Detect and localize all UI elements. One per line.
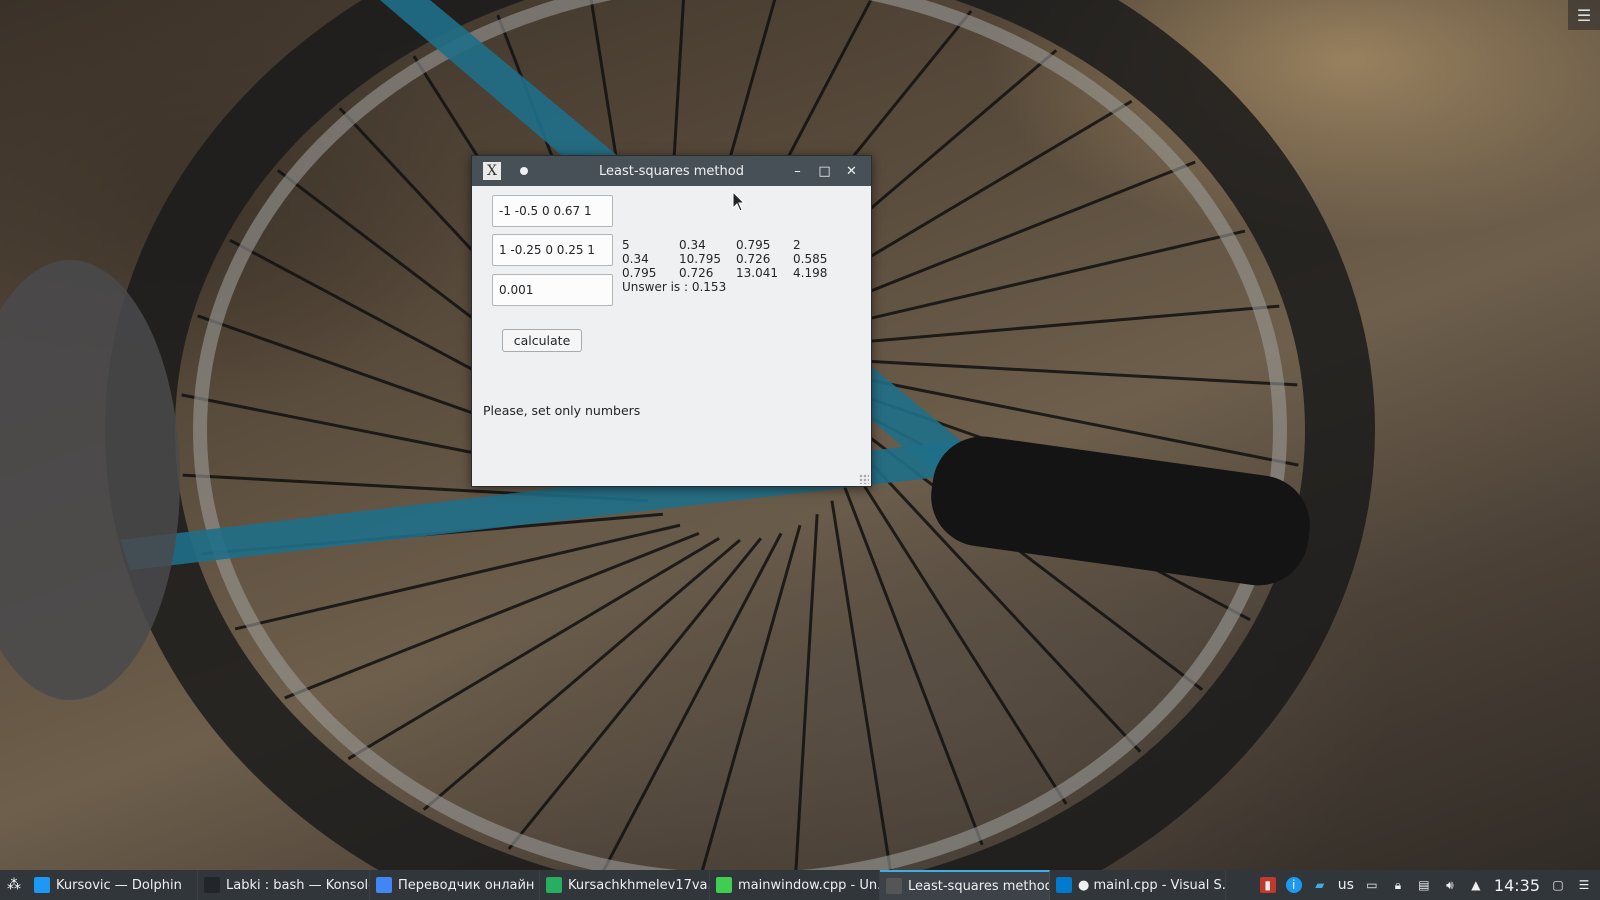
wheel-spoke: [817, 304, 1280, 348]
task-label: Kursachkhmelev17va...: [568, 877, 710, 893]
taskbar-task[interactable]: ● mainI.cpp - Visual S...: [1050, 870, 1226, 900]
taskbar-task[interactable]: Least-squares method: [880, 870, 1050, 900]
matrix-cell: 4.198: [793, 266, 828, 280]
status-message: Please, set only numbers: [483, 403, 641, 418]
taskbar-task[interactable]: Labki : bash — Konsole: [198, 870, 370, 900]
result-matrix: 5 0.34 0.795 2 0.34 10.795 0.726 0.585 0…: [622, 238, 850, 294]
resize-grip-icon[interactable]: [859, 474, 869, 484]
matrix-row: 0.34 10.795 0.726 0.585: [622, 252, 850, 266]
matrix-cell: 0.585: [793, 252, 828, 266]
keep-on-top-dot-icon[interactable]: [520, 167, 528, 175]
taskbar-task[interactable]: Переводчик онлайн ...: [370, 870, 540, 900]
task-app-icon: [204, 877, 220, 893]
maximize-icon[interactable]: □: [811, 159, 838, 183]
pdf-app-icon[interactable]: ▮: [1259, 877, 1276, 893]
wheel-spoke: [695, 524, 802, 890]
wheel-spoke: [793, 514, 819, 888]
desktop-menu-icon[interactable]: ☰: [1568, 0, 1600, 30]
matrix-cell: 10.795: [679, 252, 721, 266]
network-icon[interactable]: ▭: [1364, 877, 1380, 893]
info-icon[interactable]: i: [1285, 877, 1302, 893]
task-app-icon: [546, 877, 562, 893]
calculate-button[interactable]: calculate: [502, 329, 582, 352]
task-label: ● mainI.cpp - Visual S...: [1078, 877, 1226, 893]
task-label: Переводчик онлайн ...: [398, 877, 540, 893]
taskbar-task[interactable]: Kursovic — Dolphin: [28, 870, 198, 900]
wheel-spoke: [831, 357, 1298, 387]
task-label: Labki : bash — Konsole: [226, 877, 370, 893]
matrix-cell: 13.041: [736, 266, 778, 280]
wheel-spoke: [347, 537, 720, 761]
app-window: X Least-squares method – □ ✕ -1 -0.5 0 0…: [471, 155, 872, 487]
minimize-icon[interactable]: –: [784, 159, 811, 183]
notifications-icon[interactable]: ▰: [1312, 877, 1328, 893]
y-values-input[interactable]: 1 -0.25 0 0.25 1: [492, 234, 613, 266]
task-label: mainwindow.cpp - Un...: [738, 877, 880, 893]
taskbar: ⁂ Kursovic — Dolphin Labki : bash — Konso…: [0, 870, 1600, 900]
task-app-icon: [34, 877, 50, 893]
task-app-icon: [716, 877, 732, 893]
taskbar-task[interactable]: Kursachkhmelev17va...: [540, 870, 710, 900]
expand-tray-icon[interactable]: ▲: [1468, 877, 1484, 893]
task-app-icon: [1056, 877, 1072, 893]
x-values-input[interactable]: -1 -0.5 0 0.67 1: [492, 195, 613, 227]
answer-label: Unswer is : 0.153: [622, 280, 727, 294]
matrix-cell: 0.34: [622, 252, 649, 266]
matrix-cell: 5: [622, 238, 630, 252]
epsilon-input[interactable]: 0.001: [492, 274, 613, 306]
matrix-cell: 0.795: [736, 238, 771, 252]
matrix-cell: 0.795: [622, 266, 657, 280]
matrix-row: 5 0.34 0.795 2: [622, 238, 850, 252]
task-label: Least-squares method: [908, 878, 1050, 894]
app-launcher-icon[interactable]: ⁂: [0, 870, 28, 900]
taskbar-task[interactable]: mainwindow.cpp - Un...: [710, 870, 880, 900]
matrix-cell: 2: [793, 238, 801, 252]
task-app-icon: [376, 877, 392, 893]
matrix-cell: 0.726: [679, 266, 714, 280]
volume-icon[interactable]: 🔊︎: [1442, 877, 1458, 893]
task-app-icon: [886, 878, 902, 894]
close-icon[interactable]: ✕: [838, 159, 865, 183]
matrix-cell: 0.34: [679, 238, 706, 252]
matrix-cell: 0.726: [736, 252, 771, 266]
clock[interactable]: 14:35: [1494, 876, 1540, 895]
matrix-row: 0.795 0.726 13.041 4.198: [622, 266, 850, 280]
panel-menu-icon[interactable]: ☰: [1576, 877, 1592, 893]
system-tray: ▮ i ▰ us ▭ 🔒︎ ▤ 🔊︎ ▲ 14:35 ▢ ☰: [1259, 870, 1600, 900]
show-desktop-icon[interactable]: ▢: [1550, 877, 1566, 893]
wheel-spoke: [830, 500, 893, 874]
app-x-icon[interactable]: X: [483, 162, 501, 180]
keyboard-layout[interactable]: us: [1338, 877, 1354, 893]
task-label: Kursovic — Dolphin: [56, 877, 182, 893]
clipboard-icon[interactable]: ▤: [1416, 877, 1432, 893]
window-titlebar[interactable]: X Least-squares method – □ ✕: [472, 156, 871, 186]
lock-icon[interactable]: 🔒︎: [1390, 877, 1406, 893]
